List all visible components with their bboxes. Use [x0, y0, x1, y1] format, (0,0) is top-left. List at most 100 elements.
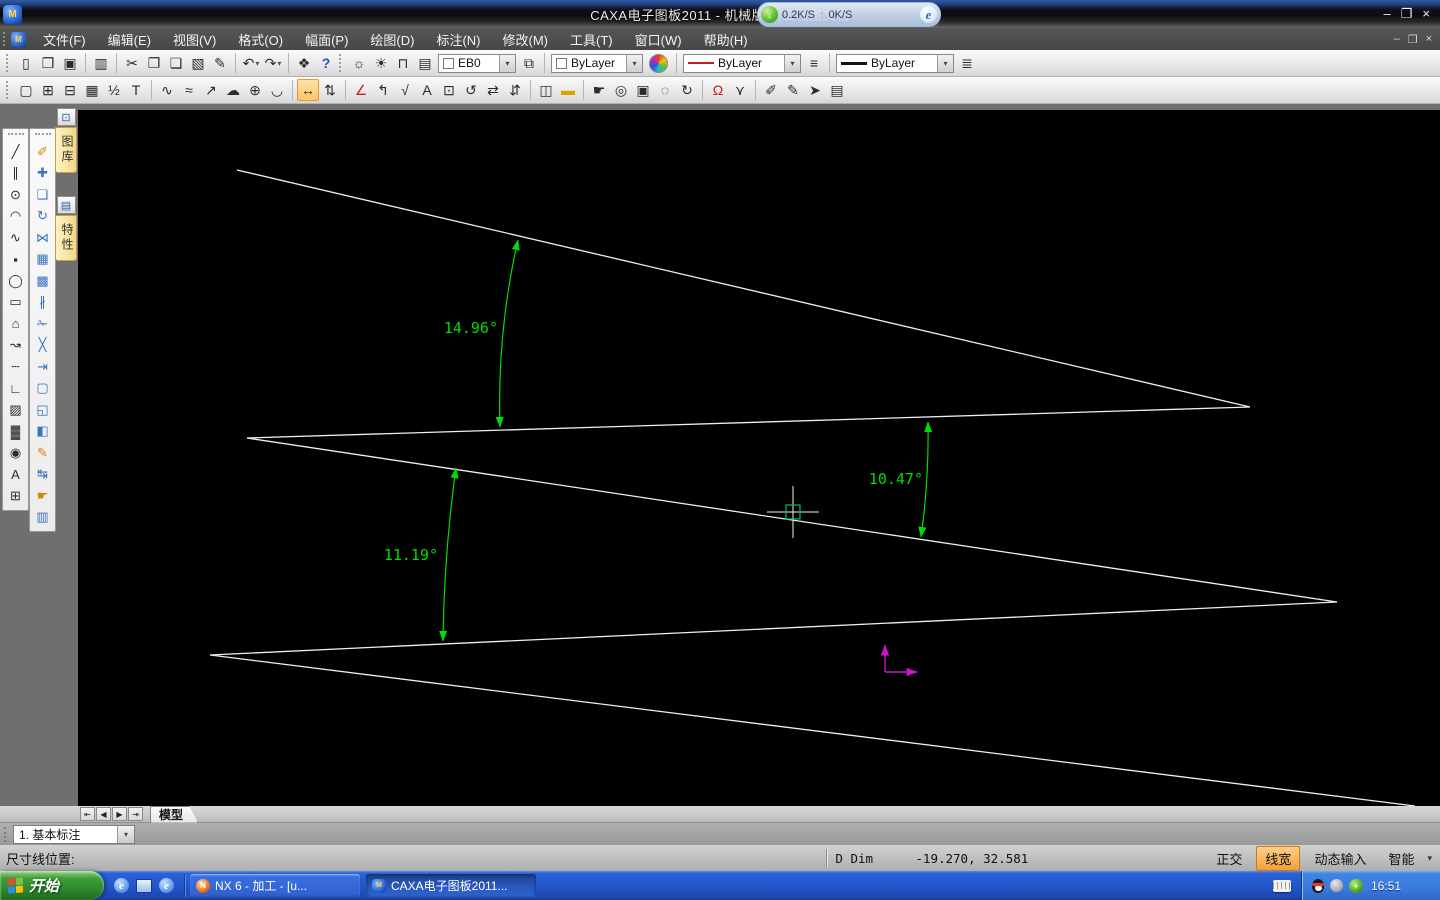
angle-dimension-label[interactable]: 14.96° [444, 319, 498, 337]
ellipse-tool[interactable]: ◯ [5, 270, 26, 292]
menu-item-10[interactable]: 帮助(H) [693, 28, 759, 51]
linetype-settings-button[interactable]: ≡ [803, 52, 825, 74]
palette-tab-properties-icon[interactable]: ▤ [57, 196, 76, 214]
circle-tool[interactable]: ⊙ [5, 184, 26, 206]
redo-button[interactable]: ↷▾ [262, 52, 284, 74]
layer-freeze-button[interactable]: ☀ [370, 52, 392, 74]
layer-combo[interactable]: EB0 ▾ [438, 54, 516, 73]
network-speed-widget[interactable]: ↓ 0.2K/S ↑ 0K/S e [757, 2, 941, 27]
copy-basepoint-button[interactable]: ❏ [165, 52, 187, 74]
help-button[interactable]: ? [315, 52, 337, 74]
toolbox-grip[interactable] [8, 133, 24, 137]
dim-swap-button[interactable]: ⇄ [482, 79, 504, 101]
toolbar-grip[interactable] [6, 54, 10, 72]
menu-item-4[interactable]: 幅面(P) [294, 28, 359, 51]
revision-cloud-button[interactable]: ☁ [222, 79, 244, 101]
angle-dimension-label[interactable]: 10.47° [869, 470, 923, 488]
chevron-down-icon[interactable]: ▾ [277, 59, 281, 68]
palette-tab-library-icon[interactable]: ⊡ [57, 108, 76, 126]
save-button[interactable]: ▣ [59, 52, 81, 74]
palette-tab-properties[interactable]: ▤特性 [55, 196, 77, 261]
new-button[interactable]: ▯ [15, 52, 37, 74]
first-sheet-button[interactable]: ⇤ [80, 807, 95, 821]
rotate-tool[interactable]: ↻ [32, 206, 53, 228]
parallel-line-tool[interactable]: ∥ [5, 163, 26, 185]
toggle-2[interactable]: 动态输入 [1306, 847, 1374, 870]
options-button[interactable]: ▤ [826, 79, 848, 101]
balloon-number-button[interactable]: ½ [103, 79, 125, 101]
lineweight-combo[interactable]: ByLayer ▾ [836, 54, 954, 73]
dim-edit-tool[interactable]: ✎ [32, 442, 53, 464]
extend-tool[interactable]: ⇥ [32, 356, 53, 378]
fill-tool[interactable]: ▓ [5, 421, 26, 443]
text-rotate-button[interactable]: ↺ [460, 79, 482, 101]
print-button[interactable]: ▥ [90, 52, 112, 74]
menu-item-8[interactable]: 工具(T) [559, 28, 624, 51]
mirror-tool[interactable]: ⋈ [32, 227, 53, 249]
menu-item-5[interactable]: 绘图(D) [359, 28, 425, 51]
ruler-button[interactable]: ▬ [557, 79, 579, 101]
toolbox-grip[interactable] [35, 133, 51, 137]
menu-item-7[interactable]: 修改(M) [492, 28, 560, 51]
lineweight-settings-button[interactable]: ≣ [956, 52, 978, 74]
dim-edit-button[interactable]: ⇵ [504, 79, 526, 101]
toolbar-grip[interactable] [339, 54, 343, 72]
doc-restore-button[interactable]: ❐ [1408, 33, 1418, 46]
drawing-canvas[interactable]: 14.96° 11.19° 10.47° [78, 110, 1440, 806]
datum-button[interactable]: ⊕ [244, 79, 266, 101]
zoom-previous-button[interactable]: ◌ [654, 79, 676, 101]
hatch-tool[interactable]: ▨ [5, 399, 26, 421]
chevron-down-icon[interactable]: ▾ [255, 59, 259, 68]
minimize-button[interactable]: – [1384, 6, 1391, 22]
toggle-1[interactable]: 线宽 [1256, 846, 1300, 871]
tolerance-button[interactable]: ⊡ [438, 79, 460, 101]
zoom-in-button[interactable]: ◎ [610, 79, 632, 101]
move-tool[interactable]: ✚ [32, 163, 53, 185]
qq-tray-icon[interactable] [1312, 879, 1324, 893]
maximize-button[interactable]: ❐ [1401, 6, 1413, 22]
arc-tool[interactable]: ◠ [5, 206, 26, 228]
copy-tool[interactable]: ❏ [32, 184, 53, 206]
linetype-combo[interactable]: ByLayer ▾ [683, 54, 801, 73]
toolbar-grip[interactable] [6, 81, 10, 99]
chevron-down-icon[interactable]: ▾ [1427, 853, 1432, 864]
layer-settings-button[interactable]: ⧉ [518, 52, 540, 74]
weld-symbol-button[interactable]: ◡ [266, 79, 288, 101]
ole-insert-button[interactable]: ❖ [293, 52, 315, 74]
copy-button[interactable]: ❐ [143, 52, 165, 74]
format-brush-button[interactable]: ✎ [209, 52, 231, 74]
angle-dimension-button[interactable]: ∠ [350, 79, 372, 101]
prev-sheet-button[interactable]: ◀ [96, 807, 111, 821]
menu-item-9[interactable]: 窗口(W) [624, 28, 693, 51]
layer-on-off-button[interactable]: ☼ [348, 52, 370, 74]
menu-item-0[interactable]: 文件(F) [32, 28, 97, 51]
rectangle-tool[interactable]: ▭ [5, 292, 26, 314]
toggle-0[interactable]: 正交 [1208, 847, 1250, 870]
polygon-tool[interactable]: ⌂ [5, 313, 26, 335]
angle-dimension-label[interactable]: 11.19° [384, 546, 438, 564]
doc-close-button[interactable]: × [1426, 33, 1432, 46]
polyline-tool[interactable]: ↝ [5, 335, 26, 357]
chevron-down-icon[interactable]: ▾ [937, 55, 953, 72]
immediate-bar-grip[interactable] [4, 827, 8, 842]
palette-tab-library[interactable]: ⊡图库 [55, 108, 77, 173]
zoom-window-button[interactable]: ▣ [632, 79, 654, 101]
text-style-button[interactable]: ✎ [782, 79, 804, 101]
property-brush-button[interactable]: ✐ [760, 79, 782, 101]
close-button[interactable]: × [1422, 6, 1430, 22]
menu-item-1[interactable]: 编辑(E) [97, 28, 162, 51]
chevron-down-icon[interactable]: ▾ [499, 55, 515, 72]
section-line-button[interactable]: ≈ [178, 79, 200, 101]
pick-edit-tool[interactable]: ☛ [32, 485, 53, 507]
menubar-grip[interactable] [3, 32, 7, 46]
display-settings-button[interactable]: ◫ [535, 79, 557, 101]
offset-tool[interactable]: ∦ [32, 292, 53, 314]
line-tool[interactable]: ╱ [5, 141, 26, 163]
chevron-down-icon[interactable]: ▾ [784, 55, 800, 72]
wavy-line-button[interactable]: ∿ [156, 79, 178, 101]
pan-button[interactable]: ☛ [588, 79, 610, 101]
titleblock-button[interactable]: ⊞ [37, 79, 59, 101]
task-button-0[interactable]: NNX 6 - 加工 - [u... [190, 874, 360, 897]
parts-list-button[interactable]: ⊟ [59, 79, 81, 101]
frame-settings-button[interactable]: ▢ [15, 79, 37, 101]
